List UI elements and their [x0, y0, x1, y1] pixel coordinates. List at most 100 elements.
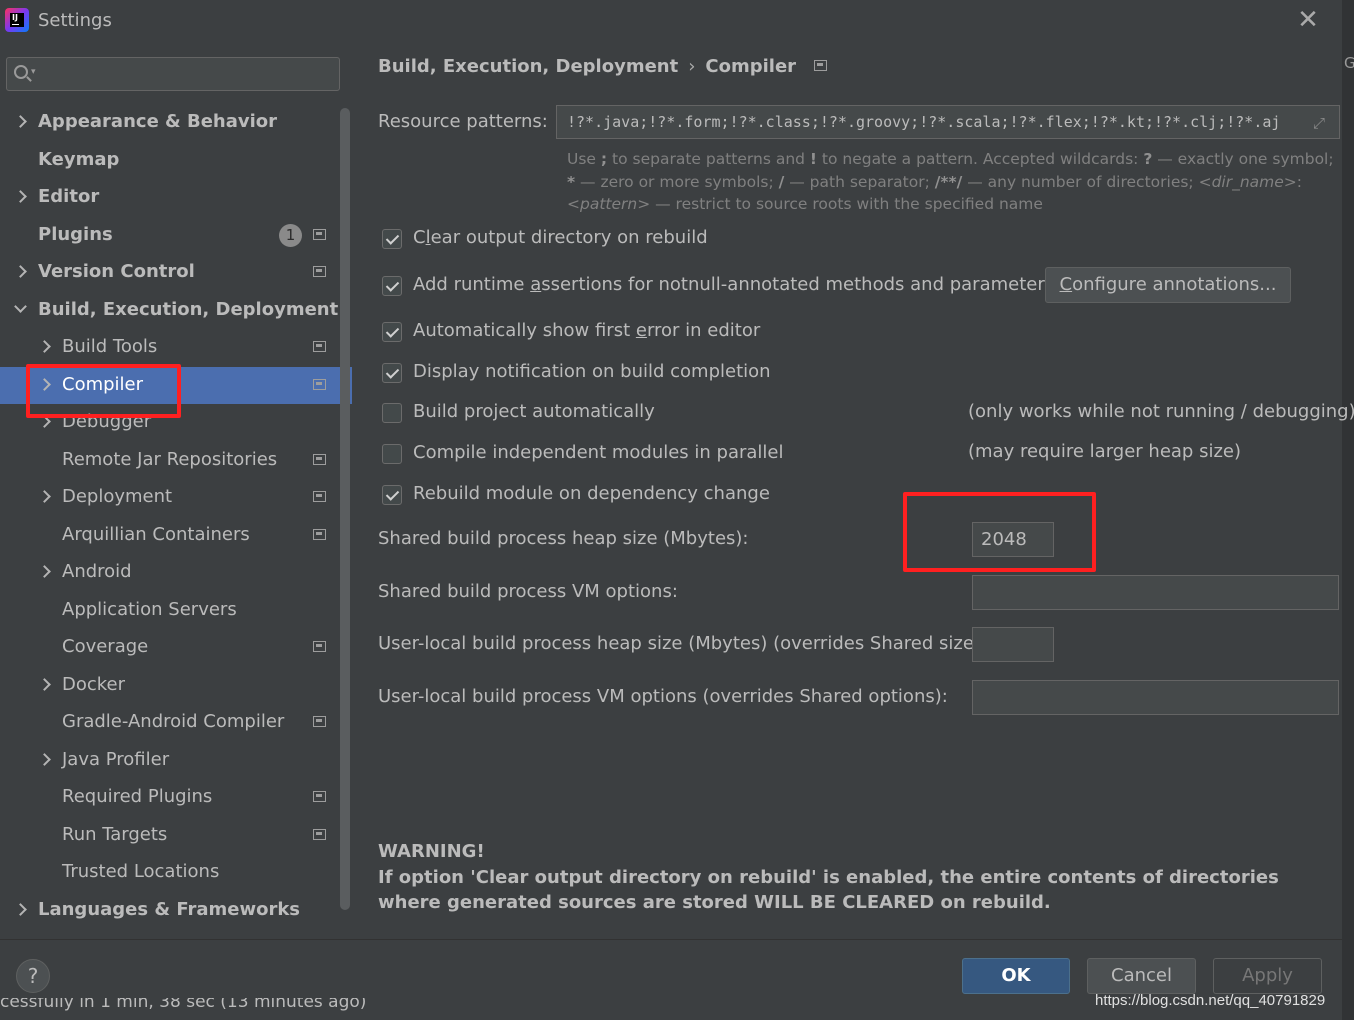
vm-options-label: Shared build process VM options: [378, 581, 678, 602]
project-level-icon [313, 491, 326, 502]
background-window-edge [1342, 0, 1354, 1020]
project-level-icon [313, 828, 326, 840]
sidebar-item-label: Java Profiler [62, 748, 170, 770]
project-level-icon [313, 228, 326, 240]
sidebar-item-gradle-android-compiler[interactable]: Gradle-Android Compiler [0, 704, 352, 741]
sidebar-item-label: Appearance & Behavior [38, 111, 278, 132]
sidebar-item-required-plugins[interactable]: Required Plugins [0, 779, 352, 816]
resource-patterns-value: !?*.java;!?*.form;!?*.class;!?*.groovy;!… [567, 113, 1281, 131]
highlight-box-heap-size [903, 492, 1096, 572]
clear-output-checkbox[interactable] [382, 229, 402, 249]
user-heap-size-input[interactable] [972, 627, 1054, 662]
sidebar-item-application-servers[interactable]: Application Servers [0, 592, 352, 629]
apply-button[interactable]: Apply [1213, 958, 1322, 994]
status-bar-fragment: cessfully in 1 min, 38 sec (13 minutes a… [0, 998, 367, 1012]
settings-search[interactable]: ▾ [6, 57, 340, 91]
resource-patterns-label: Resource patterns: [378, 111, 548, 132]
sidebar-item-label: Version Control [38, 261, 195, 282]
chevron-right-icon[interactable] [38, 752, 52, 766]
sidebar-item-arquillian-containers[interactable]: Arquillian Containers [0, 517, 352, 554]
project-level-icon [814, 60, 828, 71]
compile-parallel-checkbox[interactable] [382, 444, 402, 464]
expand-icon[interactable]: ⤢ [1313, 114, 1331, 132]
search-icon[interactable] [14, 65, 28, 79]
chevron-right-icon[interactable] [38, 339, 52, 353]
watermark: https://blog.csdn.net/qq_40791829 [1095, 992, 1326, 1009]
rebuild-on-dependency-checkbox[interactable] [382, 485, 402, 505]
sidebar-item-docker[interactable]: Docker [0, 667, 352, 704]
sidebar-item-label: Android [62, 561, 132, 582]
sidebar-item-build-execution-deployment[interactable]: Build, Execution, Deployment [0, 292, 352, 329]
update-count-badge: 1 [279, 223, 302, 247]
runtime-assertions-label: Add runtime assertions for notnull-annot… [413, 274, 1055, 295]
compiler-settings-panel: Build, Execution, Deployment › Compiler Re… [352, 42, 1354, 939]
warning-body: If option 'Clear output directory on reb… [378, 866, 1279, 914]
warning-message: WARNING! If option 'Clear output directo… [378, 839, 1338, 916]
chevron-right-icon[interactable] [14, 189, 28, 203]
sidebar-item-label: Docker [62, 673, 126, 695]
chevron-right-icon[interactable] [14, 902, 28, 916]
project-level-icon [313, 641, 326, 652]
configure-annotations-button[interactable]: Configure annotations... [1045, 267, 1291, 303]
sidebar-item-appearance-behavior[interactable]: Appearance & Behavior [0, 104, 352, 141]
sidebar-item-deployment[interactable]: Deployment [0, 479, 352, 516]
chevron-down-icon[interactable]: ▾ [31, 67, 36, 77]
sidebar-item-remote-jar-repositories[interactable]: Remote Jar Repositories [0, 442, 352, 479]
window-title: Settings [38, 10, 112, 31]
chevron-right-icon[interactable] [38, 564, 52, 578]
user-heap-size-label: User-local build process heap size (Mbyt… [378, 633, 988, 654]
project-level-icon [313, 791, 326, 802]
sidebar-item-label: Languages & Frameworks [38, 898, 301, 920]
sidebar-item-label: Trusted Locations [62, 861, 220, 882]
settings-sidebar: ▾ Appearance & Behavior Keymap Editor Plugi… [0, 42, 352, 939]
chevron-right-icon[interactable] [14, 264, 28, 278]
sidebar-item-plugins[interactable]: Plugins 1 [0, 217, 352, 254]
clear-output-label: Clear output directory on rebuild [413, 227, 708, 248]
user-vm-options-input[interactable] [972, 680, 1339, 715]
sidebar-item-android[interactable]: Android [0, 554, 352, 591]
sidebar-item-label: Remote Jar Repositories [62, 448, 278, 470]
compile-parallel-note: (may require larger heap size) [968, 441, 1241, 462]
project-level-icon [313, 528, 326, 540]
breadcrumb: Build, Execution, Deployment › Compiler [378, 56, 828, 77]
build-automatically-checkbox[interactable] [382, 403, 402, 423]
title-bar: IJ Settings ✕ [0, 0, 1342, 42]
sidebar-item-keymap[interactable]: Keymap [0, 142, 352, 179]
resource-patterns-hint: Use ; to separate patterns and ! to nega… [567, 150, 1334, 213]
ok-button[interactable]: OK [962, 958, 1070, 994]
runtime-assertions-checkbox[interactable] [382, 276, 402, 296]
build-automatically-label: Build project automatically [413, 401, 655, 422]
chevron-right-icon[interactable] [38, 677, 52, 691]
show-first-error-checkbox[interactable] [382, 322, 402, 342]
sidebar-item-trusted-locations[interactable]: Trusted Locations [0, 854, 352, 891]
highlight-box-compiler [26, 364, 181, 418]
search-input[interactable] [47, 61, 335, 87]
sidebar-item-editor[interactable]: Editor [0, 179, 352, 216]
project-level-icon [313, 716, 326, 727]
compile-parallel-label: Compile independent modules in parallel [413, 442, 784, 463]
help-button[interactable]: ? [16, 959, 50, 993]
vm-options-input[interactable] [972, 575, 1339, 610]
sidebar-item-languages-frameworks[interactable]: Languages & Frameworks [0, 892, 352, 929]
chevron-down-icon[interactable] [14, 302, 28, 316]
project-level-icon [313, 378, 326, 390]
cancel-button[interactable]: Cancel [1087, 958, 1196, 994]
sidebar-item-label: Gradle-Android Compiler [62, 711, 285, 732]
sidebar-scrollbar[interactable] [340, 108, 350, 910]
build-automatically-note: (only works while not running / debuggin… [968, 401, 1354, 422]
chevron-right-icon[interactable] [14, 114, 28, 128]
project-level-icon [313, 341, 326, 352]
display-notification-checkbox[interactable] [382, 363, 402, 383]
close-icon[interactable]: ✕ [1296, 7, 1320, 33]
intellij-logo-icon: IJ [5, 8, 29, 32]
sidebar-item-build-tools[interactable]: Build Tools [0, 329, 352, 366]
sidebar-item-coverage[interactable]: Coverage [0, 629, 352, 666]
warning-title: WARNING! [378, 841, 485, 862]
resource-patterns-input[interactable]: !?*.java;!?*.form;!?*.class;!?*.groovy;!… [556, 105, 1340, 139]
sidebar-item-run-targets[interactable]: Run Targets [0, 817, 352, 854]
chevron-right-icon[interactable] [38, 489, 52, 503]
project-level-icon [313, 453, 326, 465]
sidebar-item-version-control[interactable]: Version Control [0, 254, 352, 291]
sidebar-item-label: Deployment [62, 486, 173, 507]
sidebar-item-java-profiler[interactable]: Java Profiler [0, 742, 352, 779]
